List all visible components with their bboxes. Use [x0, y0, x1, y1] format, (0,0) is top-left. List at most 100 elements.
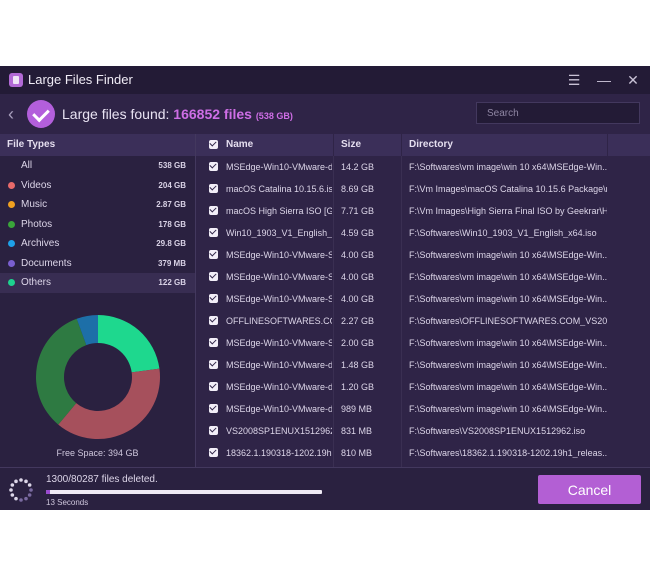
delete-progress-bar — [46, 490, 322, 494]
minimize-icon[interactable]: — — [593, 70, 615, 90]
row-checkbox[interactable] — [209, 184, 218, 193]
file-types-header: File Types — [0, 134, 195, 156]
table-row[interactable]: MSEdge-Win10-VMware-Sr 4.00 GB F:\Software… — [196, 244, 650, 266]
table-row[interactable]: MSEdge-Win10-VMware-Sr 4.00 GB F:\Software… — [196, 266, 650, 288]
table-row[interactable]: macOS High Sierra ISO [Geek 7.71 GB F:\Vm … — [196, 200, 650, 222]
select-all-checkbox[interactable] — [209, 140, 218, 149]
deleted-status: 1300/80287 files deleted. — [46, 474, 158, 485]
cell-dir: F:\Softwares\vm image\win 10 x64\MSEdge-… — [409, 162, 607, 172]
cell-size: 831 MB — [341, 426, 373, 436]
cell-dir: F:\Softwares\vm image\win 10 x64\MSEdge-… — [409, 338, 607, 348]
column-size-header[interactable]: Size — [341, 139, 361, 150]
cell-name: Win10_1903_V1_English_ — [226, 228, 332, 238]
files-table: Name Size Directory MSEdge-Win10-VMware-… — [196, 134, 650, 467]
file-type-item-music[interactable]: Music 2.87 GB — [0, 195, 195, 215]
results-header: ‹ Large files found: 166852 files (538 G… — [0, 94, 650, 134]
row-checkbox[interactable] — [209, 228, 218, 237]
found-size: (538 GB) — [255, 111, 293, 121]
cell-name: MSEdge-Win10-VMware-di — [226, 360, 332, 370]
table-row[interactable]: OFFLINESOFTWARES.COM_ 2.27 GB F:\Softwares… — [196, 310, 650, 332]
cell-name: MSEdge-Win10-VMware-di — [226, 162, 332, 172]
column-name-header[interactable]: Name — [226, 139, 253, 150]
file-type-size: 122 GB — [158, 278, 186, 287]
file-type-size: 204 GB — [158, 180, 186, 190]
table-row[interactable]: VS2008SP1ENUX1512962.i 831 MB F:\Softwares… — [196, 420, 650, 442]
cell-dir: F:\Softwares\vm image\win 10 x64\MSEdge-… — [409, 250, 607, 260]
file-type-item-videos[interactable]: Videos 204 GB — [0, 176, 195, 196]
table-row[interactable]: MSEdge-Win10-VMware-di 1.48 GB F:\Software… — [196, 354, 650, 376]
cell-size: 14.2 GB — [341, 162, 375, 172]
app-window: Large Files Finder ☰ — ✕ ‹ Large files f… — [0, 66, 650, 510]
file-types-panel: File Types All 538 GB Videos 204 GB Music 2.8… — [0, 134, 196, 467]
file-type-size: 2.87 GB — [156, 200, 186, 209]
file-type-label: Videos — [21, 179, 52, 191]
row-checkbox[interactable] — [209, 338, 218, 347]
row-checkbox[interactable] — [209, 316, 218, 325]
search-input[interactable] — [476, 102, 640, 124]
cell-name: macOS Catalina 10.15.6.iso — [226, 184, 332, 194]
cell-dir: F:\Vm Images\macOS Catalina 10.15.6 Pack… — [409, 184, 607, 194]
color-dot-icon — [8, 220, 15, 228]
column-divider — [607, 134, 608, 156]
row-checkbox[interactable] — [209, 404, 218, 413]
back-arrow-icon[interactable]: ‹ — [8, 104, 14, 125]
app-logo-icon — [9, 73, 23, 87]
menu-icon[interactable]: ☰ — [563, 70, 585, 90]
cell-name: OFFLINESOFTWARES.COM_ — [226, 316, 332, 326]
row-checkbox[interactable] — [209, 206, 218, 215]
row-checkbox[interactable] — [209, 250, 218, 259]
table-row[interactable]: MSEdge-Win10-VMware-di 14.2 GB F:\Software… — [196, 156, 650, 178]
file-type-label: Archives — [21, 238, 60, 249]
table-row[interactable]: MSEdge-Win10-VMware-di 1.20 GB F:\Software… — [196, 376, 650, 398]
cell-size: 8.69 GB — [341, 184, 375, 194]
cell-dir: F:\Softwares\VS2008SP1ENUX1512962.iso — [409, 426, 586, 436]
row-checkbox[interactable] — [209, 272, 218, 281]
donut-slice-others — [98, 315, 160, 373]
progress-fill — [46, 490, 51, 494]
elapsed-time: 13 Seconds — [46, 498, 89, 507]
storage-donut-chart — [35, 315, 160, 440]
table-row[interactable]: MSEdge-Win10-VMware-Sr 2.00 GB F:\Software… — [196, 332, 650, 354]
file-type-item-all[interactable]: All 538 GB — [0, 156, 195, 176]
cell-size: 989 MB — [341, 404, 373, 414]
cancel-button[interactable]: Cancel — [538, 475, 641, 504]
cell-dir: F:\Softwares\Win10_1903_V1_English_x64.i… — [409, 228, 597, 238]
file-type-size: 379 MB — [157, 258, 186, 268]
cell-size: 1.48 GB — [341, 360, 375, 370]
file-type-label: Documents — [21, 257, 72, 269]
close-icon[interactable]: ✕ — [622, 70, 644, 90]
column-divider — [333, 134, 334, 156]
table-row[interactable]: macOS Catalina 10.15.6.iso 8.69 GB F:\Vm I… — [196, 178, 650, 200]
file-type-label: All — [21, 160, 33, 171]
cell-dir: F:\Softwares\vm image\win 10 x64\MSEdge-… — [409, 382, 607, 392]
cell-dir: F:\Softwares\18362.1.190318-1202.19h1_re… — [409, 448, 607, 458]
row-checkbox[interactable] — [209, 426, 218, 435]
cell-dir: F:\Softwares\vm image\win 10 x64\MSEdge-… — [409, 272, 607, 282]
checkmark-badge-icon — [27, 100, 55, 128]
file-type-item-others[interactable]: Others 122 GB — [0, 273, 195, 293]
file-types-list: All 538 GB Videos 204 GB Music 2.87 GB Photos 1… — [0, 156, 195, 293]
cell-size: 4.00 GB — [341, 250, 375, 260]
table-row[interactable]: 18362.1.190318-1202.19h 810 MB F:\Software… — [196, 442, 650, 464]
table-row[interactable]: MSEdge-Win10-VMware-di 989 MB F:\Softwares… — [196, 398, 650, 420]
file-type-item-archives[interactable]: Archives 29.8 GB — [0, 234, 195, 254]
cell-size: 4.59 GB — [341, 228, 375, 238]
table-row[interactable]: MSEdge-Win10-VMware-Sr 4.00 GB F:\Software… — [196, 288, 650, 310]
cell-size: 4.00 GB — [341, 294, 375, 304]
file-type-item-photos[interactable]: Photos 178 GB — [0, 215, 195, 235]
file-type-size: 538 GB — [158, 161, 186, 170]
cell-name: MSEdge-Win10-VMware-di — [226, 382, 332, 392]
column-directory-header[interactable]: Directory — [409, 139, 453, 150]
row-checkbox[interactable] — [209, 448, 218, 457]
cell-name: MSEdge-Win10-VMware-Sr — [226, 294, 332, 304]
file-type-size: 29.8 GB — [156, 239, 186, 248]
table-row[interactable]: Win10_1903_V1_English_ 4.59 GB F:\Software… — [196, 222, 650, 244]
file-type-item-documents[interactable]: Documents 379 MB — [0, 254, 195, 274]
row-checkbox[interactable] — [209, 382, 218, 391]
row-checkbox[interactable] — [209, 294, 218, 303]
row-checkbox[interactable] — [209, 162, 218, 171]
loading-spinner-icon — [9, 478, 33, 502]
cell-name: 18362.1.190318-1202.19h — [226, 448, 332, 458]
row-checkbox[interactable] — [209, 360, 218, 369]
found-count: 166852 files — [173, 106, 252, 122]
